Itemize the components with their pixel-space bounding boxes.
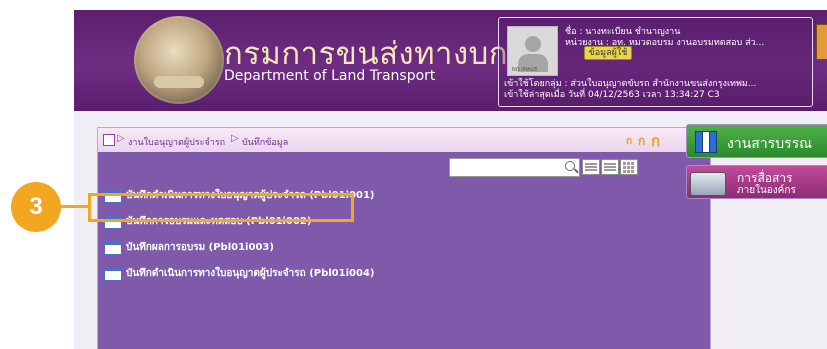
breadcrumb-arrow-icon: ▷ (231, 133, 239, 144)
annotation-connector (61, 205, 88, 208)
header-banner: กรมการขนส่งทางบก Department of Land Tran… (74, 10, 827, 111)
annotation-highlight-box (88, 193, 354, 222)
font-medium-button[interactable]: ก (638, 132, 645, 151)
user-info-panel: NO IMAGE ชื่อ : นางทะเบียน ชำนาญงาน หน่ว… (498, 17, 813, 107)
step-number-badge: 3 (11, 182, 61, 232)
comm-label-line2: ภายในองค์กร (737, 185, 796, 196)
seal-ribbon (154, 76, 204, 88)
list-item-pbl01i003[interactable]: บันทึกผลการอบรม (Pbl01i003) (104, 240, 524, 260)
list-item-pbl01i004[interactable]: บันทึกดำเนินการทางใบอนุญาตผู้ประจำรถ (Pb… (104, 266, 524, 286)
books-icon (695, 131, 719, 153)
breadcrumb-item-record: บันทึกข้อมูล (242, 138, 289, 148)
last-login: เข้าใช้ล่าสุดเมื่อ วันที่ 04/12/2563 เวล… (504, 90, 720, 100)
department-title-english: Department of Land Transport (224, 68, 436, 84)
breadcrumb-item-license[interactable]: งานใบอนุญาตผู้ประจำรถ (128, 135, 225, 149)
menu-label[interactable]: บันทึกผลการอบรม (Pbl01i003) (126, 240, 274, 255)
detail-view-button[interactable] (601, 159, 619, 175)
avatar-caption: NO IMAGE (512, 67, 538, 73)
search-icon[interactable] (565, 161, 575, 171)
search-input[interactable] (449, 158, 580, 177)
grid-view-button[interactable] (620, 159, 638, 175)
bus-icon (690, 172, 726, 196)
avatar-head-shape (525, 36, 541, 52)
home-icon[interactable] (103, 134, 115, 146)
breadcrumb-arrow-icon: ▷ (117, 133, 125, 144)
archive-button[interactable]: งานสารบรรณ (686, 124, 827, 158)
archive-label: งานสารบรรณ (727, 136, 813, 152)
logout-door-icon[interactable] (816, 24, 827, 60)
font-small-button[interactable]: ก (626, 134, 632, 149)
font-large-button[interactable]: ก (651, 129, 660, 153)
breadcrumb: ▷ งานใบอนุญาตผู้ประจำรถ ▷ บันทึกข้อมูล ก… (98, 128, 710, 152)
department-seal-logo (134, 16, 224, 104)
document-icon (104, 241, 122, 255)
internal-communication-button[interactable]: การสื่อสาร ภายในองค์กร (686, 165, 827, 199)
document-icon (104, 267, 122, 281)
main-panel: ▷ งานใบอนุญาตผู้ประจำรถ ▷ บันทึกข้อมูล ก… (97, 127, 711, 349)
app-window: กรมการขนส่งทางบก Department of Land Tran… (74, 10, 827, 349)
menu-label[interactable]: บันทึกดำเนินการทางใบอนุญาตผู้ประจำรถ (Pb… (126, 266, 374, 281)
avatar: NO IMAGE (507, 26, 558, 76)
user-info-button[interactable]: ข้อมูลผู้ใช้ (584, 46, 632, 60)
list-view-button[interactable] (582, 159, 600, 175)
